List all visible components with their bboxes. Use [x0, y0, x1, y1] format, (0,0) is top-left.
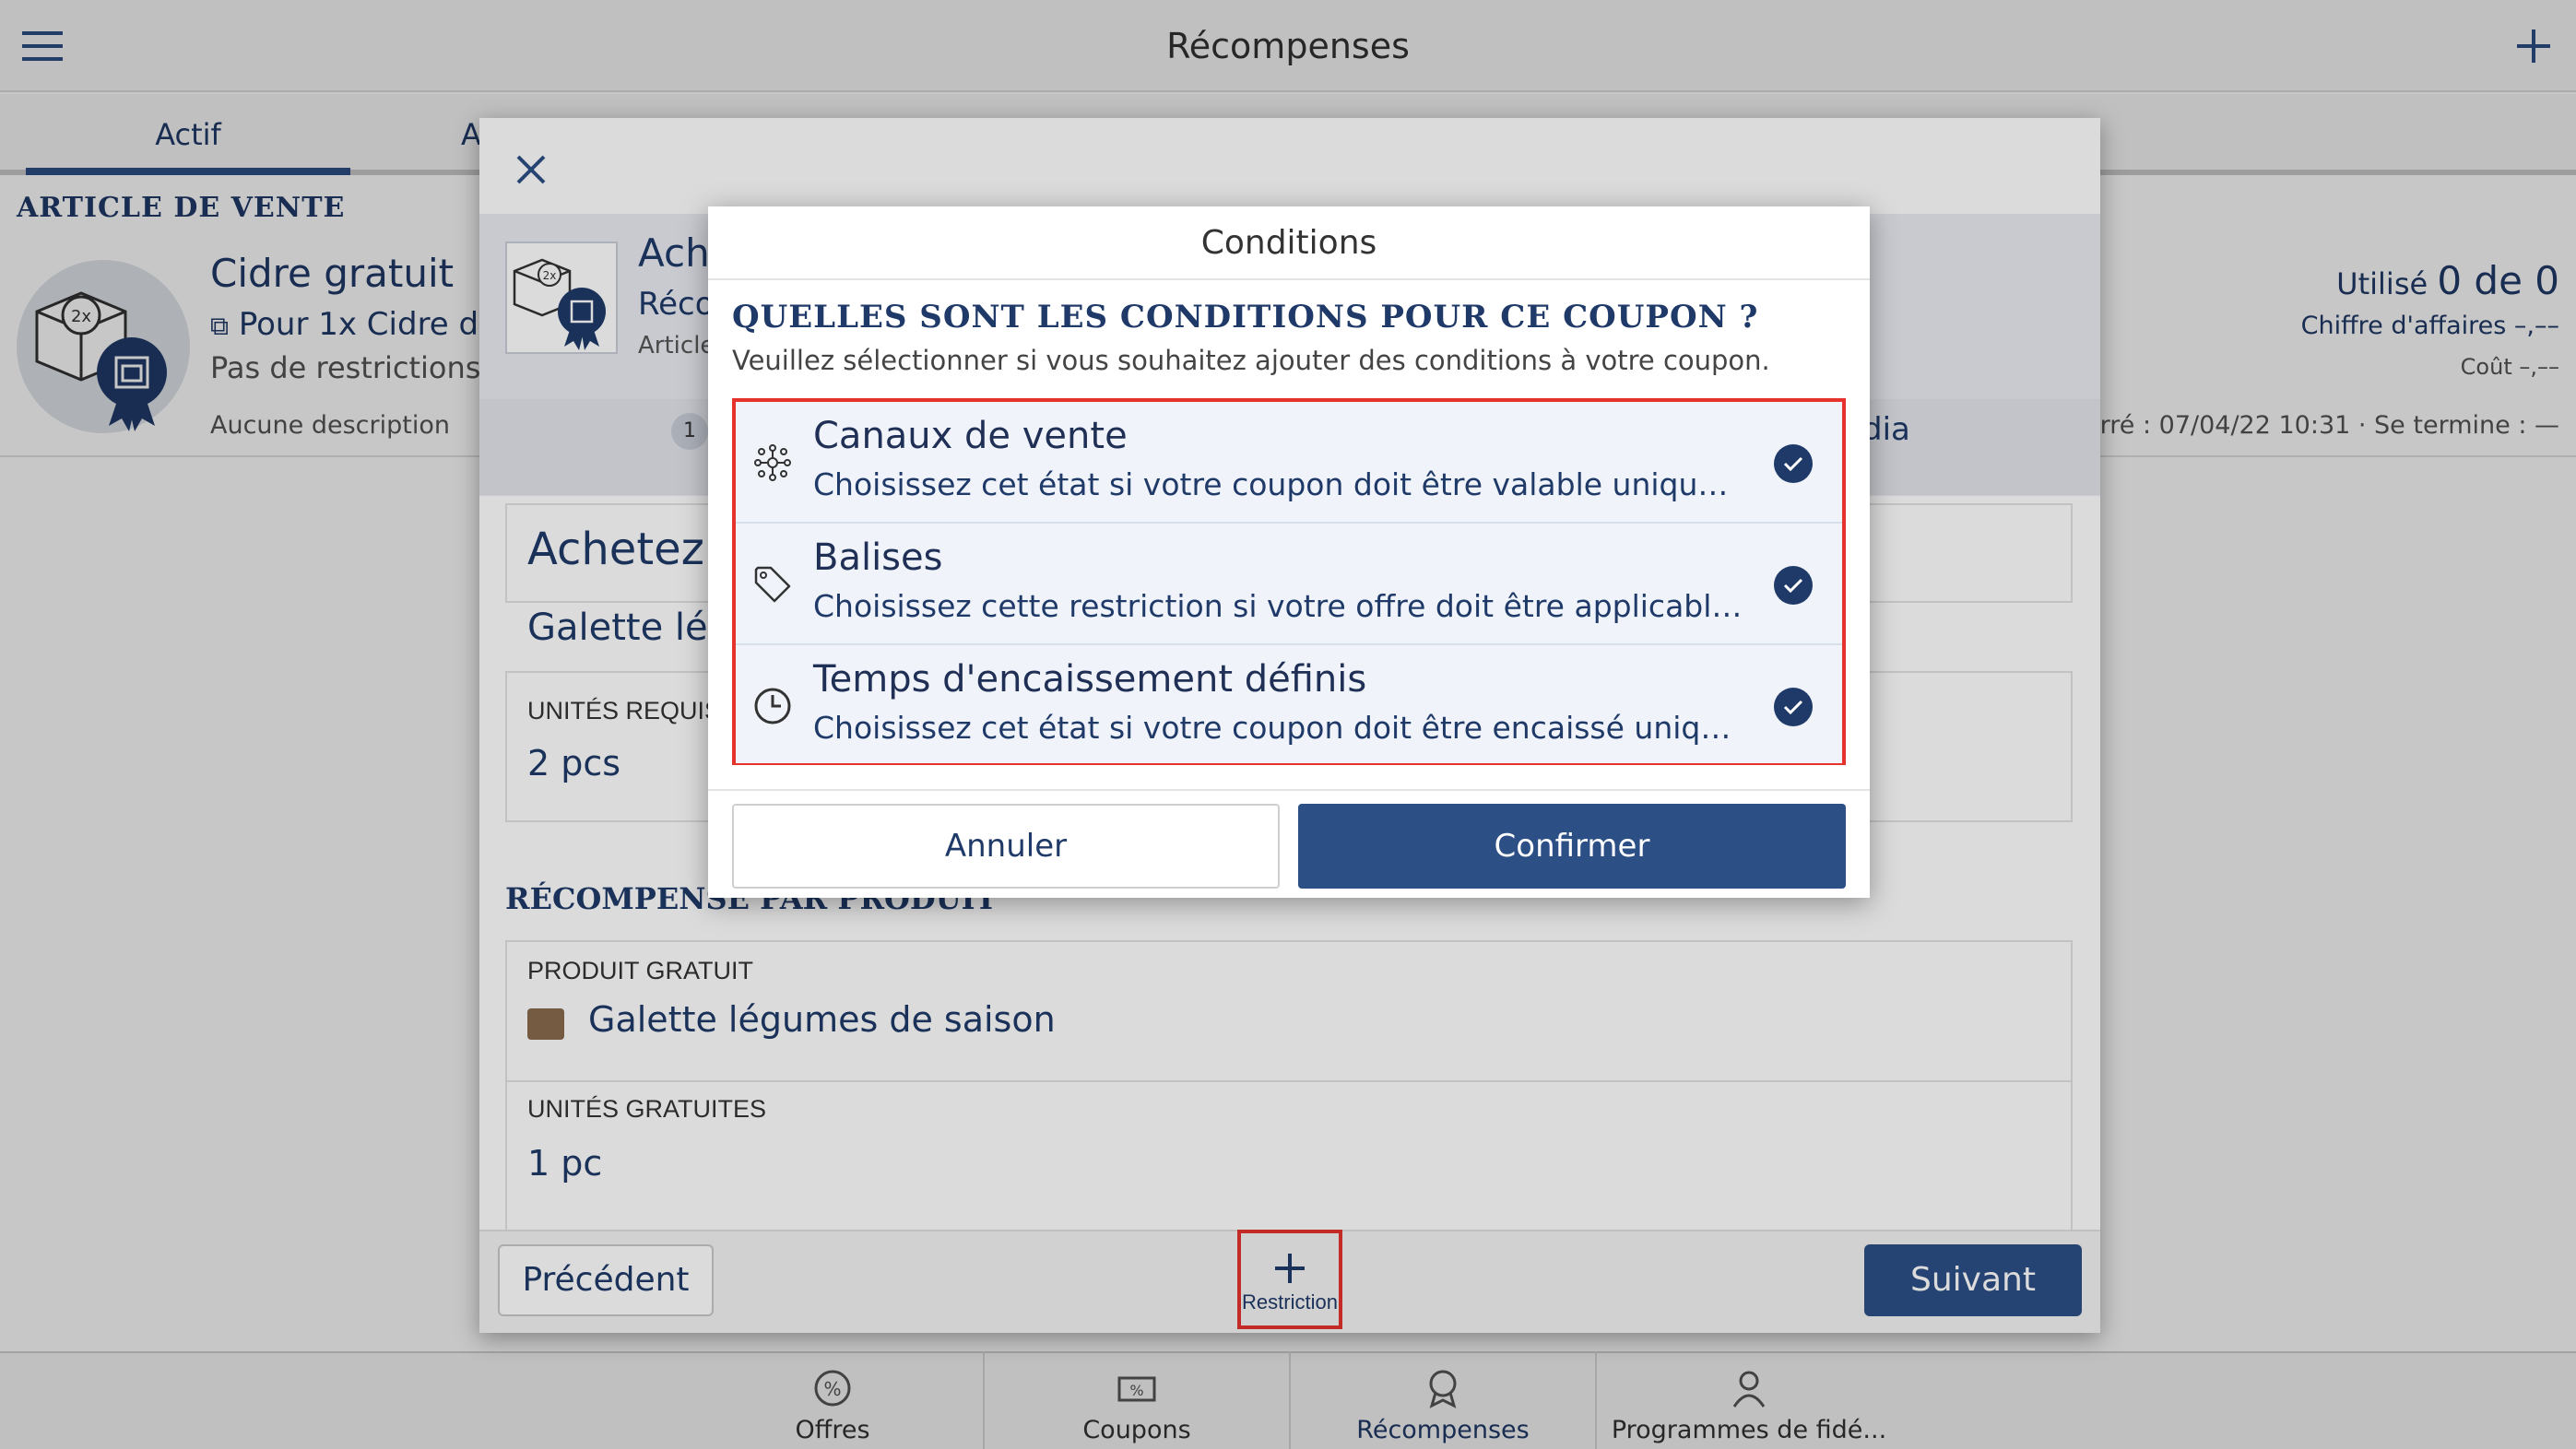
check-icon[interactable] [1774, 688, 1813, 726]
condition-title: Canaux de vente [813, 415, 1128, 457]
check-icon[interactable] [1774, 444, 1813, 483]
cancel-button[interactable]: Annuler [732, 804, 1280, 889]
confirm-button[interactable]: Confirmer [1298, 804, 1846, 889]
condition-cashing-times[interactable]: Temps d'encaissement définis Choisissez … [736, 643, 1842, 763]
condition-sales-channels[interactable]: Canaux de vente Choisissez cet état si v… [736, 402, 1842, 522]
condition-tags[interactable]: Balises Choisissez cette restriction si … [736, 522, 1842, 642]
condition-description: Choisissez cet état si votre coupon doit… [813, 710, 1746, 746]
dialog-divider [708, 789, 1870, 791]
clock-icon [754, 688, 791, 724]
dialog-title: Conditions [708, 206, 1870, 280]
condition-title: Temps d'encaissement définis [813, 658, 1367, 701]
app-root: Récompenses Actif A ARTICLE DE VENTE 2x … [0, 0, 2576, 1449]
check-icon[interactable] [1774, 566, 1813, 605]
dialog-hint: Veuillez sélectionner si vous souhaitez … [732, 345, 1770, 376]
condition-description: Choisissez cette restriction si votre of… [813, 588, 1746, 624]
conditions-list: Canaux de vente Choisissez cet état si v… [732, 398, 1846, 765]
condition-description: Choisissez cet état si votre coupon doit… [813, 466, 1746, 502]
sales-channels-icon [754, 444, 791, 481]
condition-title: Balises [813, 536, 943, 579]
dialog-question: QUELLES SONT LES CONDITIONS POUR CE COUP… [732, 299, 1759, 336]
tag-icon [754, 566, 791, 603]
conditions-dialog: Conditions QUELLES SONT LES CONDITIONS P… [708, 206, 1870, 898]
